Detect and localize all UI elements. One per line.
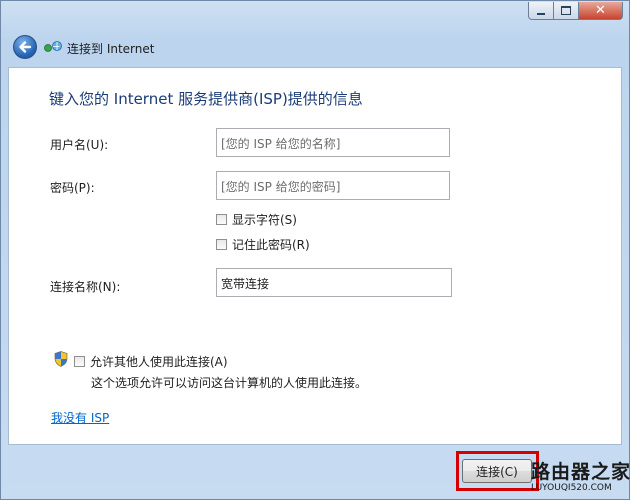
show-chars-label: 显示字符(S) [232,213,297,227]
allow-others-description: 这个选项允许可以访问这台计算机的人使用此连接。 [91,376,368,390]
title-bar: ✕ [1,1,629,31]
password-input[interactable]: [您的 ISP 给您的密码] [216,171,450,200]
allow-others-checkbox[interactable]: 允许其他人使用此连接(A) [74,353,228,370]
no-isp-link[interactable]: 我没有 ISP [51,409,109,426]
connection-name-input[interactable]: 宽带连接 [216,268,452,297]
network-icon [44,41,62,52]
navigation-bar: 连接到 Internet [1,31,629,67]
back-arrow-icon [19,41,32,53]
show-chars-checkbox[interactable]: 显示字符(S) [216,211,297,228]
watermark-logo: 路由器之家 [531,461,630,483]
checkbox-box[interactable] [74,356,85,367]
remember-password-label: 记住此密码(R) [232,238,310,252]
username-input[interactable]: [您的 ISP 给您的名称] [216,128,450,157]
remember-password-checkbox[interactable]: 记住此密码(R) [216,236,310,253]
checkbox-box[interactable] [216,239,227,250]
page-heading: 键入您的 Internet 服务提供商(ISP)提供的信息 [49,90,363,108]
watermark-url: LUYOUQI520.COM [531,483,612,493]
connection-name-label: 连接名称(N): [50,280,121,294]
maximize-button[interactable] [554,2,579,20]
footer-bar: 连接(C) 路由器之家 LUYOUQI520.COM [1,445,630,501]
checkbox-box[interactable] [216,214,227,225]
allow-others-label: 允许其他人使用此连接(A) [90,355,228,369]
close-button[interactable]: ✕ [579,2,623,20]
dialog-window: ✕ 连接到 Internet 键入您的 Internet 服务提供商(ISP)提… [0,0,630,500]
minimize-button[interactable] [528,2,554,20]
content-panel: 键入您的 Internet 服务提供商(ISP)提供的信息 用户名(U): [您… [8,67,622,445]
back-button[interactable] [13,35,37,59]
password-label: 密码(P): [50,181,95,195]
username-label: 用户名(U): [50,138,109,152]
highlight-annotation [456,451,539,491]
close-icon: ✕ [595,3,606,18]
window-controls: ✕ [528,2,623,20]
shield-icon [54,351,68,367]
window-title: 连接到 Internet [67,42,155,56]
